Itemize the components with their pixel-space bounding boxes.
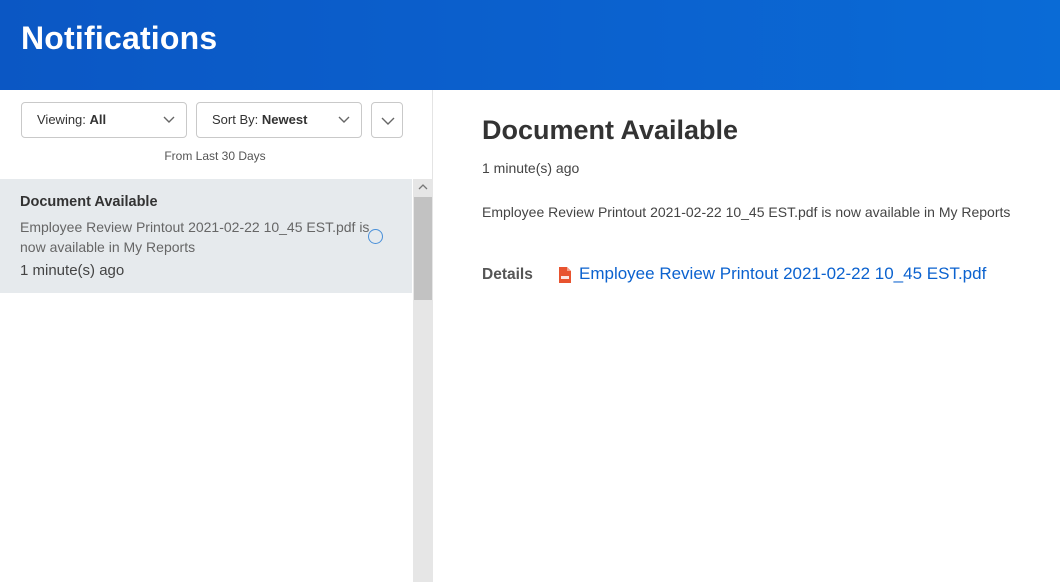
chevron-up-icon <box>418 184 428 190</box>
chevron-down-icon <box>338 116 350 123</box>
chevron-down-icon <box>163 116 175 123</box>
scroll-up-button[interactable] <box>413 179 433 195</box>
notification-list-item[interactable]: Document Available Employee Review Print… <box>0 179 412 293</box>
pdf-file-icon <box>559 267 571 283</box>
sort-by-select[interactable]: Sort By: Newest <box>196 102 362 138</box>
page-header: Notifications <box>0 0 1060 90</box>
list-scrollbar[interactable] <box>413 179 433 582</box>
list-item-time: 1 minute(s) ago <box>20 262 125 279</box>
page-title: Notifications <box>21 20 218 56</box>
document-file-link[interactable]: Employee Review Printout 2021-02-22 10_4… <box>579 264 986 284</box>
viewing-filter-value: All <box>89 112 107 127</box>
date-range-text: From Last 30 Days <box>164 149 266 163</box>
loading-spinner-icon <box>368 229 383 244</box>
scroll-thumb[interactable] <box>414 197 432 300</box>
list-item-description: Employee Review Printout 2021-02-22 10_4… <box>20 219 370 255</box>
notification-list-pane: Viewing: All Sort By: Newest From Last 3… <box>0 90 433 582</box>
list-item-title: Document Available <box>20 194 158 210</box>
detail-time: 1 minute(s) ago <box>482 160 580 176</box>
detail-description: Employee Review Printout 2021-02-22 10_4… <box>482 204 1011 220</box>
sort-by-label: Sort By: <box>212 112 259 127</box>
details-label: Details <box>482 266 533 283</box>
viewing-filter-select[interactable]: Viewing: All <box>21 102 187 138</box>
viewing-filter-label: Viewing: <box>37 112 86 127</box>
detail-title: Document Available <box>482 115 739 145</box>
sort-by-value: Newest <box>261 112 308 127</box>
chevron-down-icon <box>381 117 395 125</box>
more-filters-button[interactable] <box>371 102 403 138</box>
